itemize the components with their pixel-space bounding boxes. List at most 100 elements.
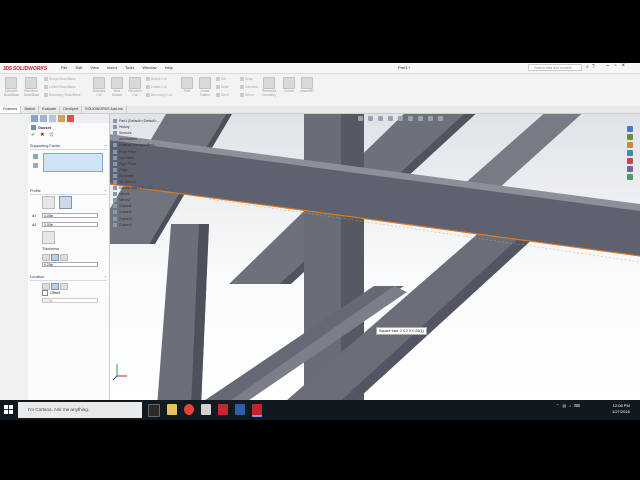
menu-window[interactable]: Window (141, 65, 157, 70)
supporting-faces-list[interactable] (43, 153, 103, 172)
location-section[interactable]: Location ⌃ (30, 275, 107, 281)
dimxpert-manager-icon[interactable] (58, 115, 65, 122)
property-manager-icon[interactable] (40, 115, 47, 122)
cortana-search[interactable]: I'm Cortana. Ask me anything. (18, 402, 142, 418)
fillet-button[interactable]: Fillet (180, 77, 194, 94)
mirror-button[interactable]: Mirror (240, 93, 254, 97)
minimize-icon[interactable]: – (606, 63, 609, 69)
resources-icon[interactable] (627, 126, 633, 132)
solidworks-logo[interactable]: 3DS SOLIDWORKS (3, 65, 47, 72)
chamfer-profile-button[interactable] (42, 231, 55, 244)
reverse-direction-icon[interactable] (33, 163, 38, 168)
collapse-icon[interactable]: ⌃ (104, 144, 107, 149)
lofted-boss-button[interactable]: Lofted Boss/Base (44, 85, 76, 89)
menu-file[interactable]: File (60, 65, 68, 70)
appearance-icon[interactable] (428, 116, 433, 121)
boundary-cut-button[interactable]: Boundary Cut (146, 93, 172, 97)
boundary-boss-button[interactable]: Boundary Boss/Base (44, 93, 81, 97)
extruded-cut-button[interactable]: Extruded Cut (92, 77, 106, 97)
file-explorer-icon[interactable] (627, 142, 633, 148)
tree-item[interactable]: Gusset4 (113, 222, 177, 228)
collapse-icon[interactable]: ⌃ (104, 275, 107, 280)
reference-geometry-button[interactable]: Reference Geometry (262, 77, 277, 97)
d2-field[interactable]: 3.00in (42, 222, 98, 227)
triangular-profile-button[interactable] (42, 196, 55, 209)
menu-tools[interactable]: Tools (124, 65, 135, 70)
feature-manager-icon[interactable] (31, 115, 38, 122)
scene-icon[interactable] (438, 116, 443, 121)
store-icon[interactable] (201, 404, 211, 415)
lofted-cut-button[interactable]: Lofted Cut (146, 85, 167, 89)
revolve-boss-button[interactable]: Revolved Boss/Base (24, 77, 39, 97)
model-view[interactable] (109, 114, 640, 407)
section-view-icon[interactable] (388, 116, 393, 121)
design-library-icon[interactable] (627, 134, 633, 140)
location-start-button[interactable] (42, 283, 50, 290)
tab-evaluate[interactable]: Evaluate (39, 106, 61, 113)
draft-button[interactable]: Draft (216, 85, 228, 89)
location-mid-button[interactable] (51, 283, 59, 290)
menu-help[interactable]: Help (164, 65, 174, 70)
offset-checkbox[interactable] (42, 290, 48, 296)
solidworks-taskbar-icon[interactable] (252, 404, 262, 417)
linear-pattern-button[interactable]: Linear Pattern (198, 77, 212, 97)
cancel-button[interactable]: ✖ (40, 132, 44, 138)
tab-addins[interactable]: SOLIDWORKS Add-Ins (82, 106, 127, 113)
zoom-area-icon[interactable] (368, 116, 373, 121)
custom-properties-icon[interactable] (627, 166, 633, 172)
menu-edit[interactable]: Edit (74, 65, 83, 70)
zoom-to-fit-icon[interactable] (358, 116, 363, 121)
extrude-boss-button[interactable]: Extruded Boss/Base (4, 77, 19, 97)
view-orientation-icon[interactable] (398, 116, 403, 121)
forum-icon[interactable] (627, 174, 633, 180)
offset-field[interactable]: 0.25in (42, 298, 98, 303)
chrome-icon[interactable] (184, 404, 194, 415)
pin-icon[interactable]: ⊡ (49, 132, 53, 138)
wrap-button[interactable]: Wrap (240, 77, 253, 81)
acrobat-icon[interactable] (218, 404, 228, 415)
menu-view[interactable]: View (89, 65, 100, 70)
previous-view-icon[interactable] (378, 116, 383, 121)
task-view-icon[interactable] (148, 404, 160, 417)
ok-button[interactable]: ✔ (31, 132, 35, 138)
volume-icon[interactable]: ♪ (569, 403, 571, 408)
tab-dimxpert[interactable]: DimXpert (60, 106, 83, 113)
tab-features[interactable]: Features (0, 106, 22, 113)
windows-start-icon[interactable] (4, 405, 13, 414)
location-end-button[interactable] (60, 283, 68, 290)
file-explorer-icon[interactable] (167, 404, 177, 415)
word-icon[interactable] (235, 404, 245, 415)
swept-cut-button[interactable]: Swept Cut (146, 77, 167, 81)
curves-button[interactable]: Curves (282, 77, 296, 94)
search-icon[interactable]: ⌕ (586, 64, 589, 70)
menu-insert[interactable]: Insert (106, 65, 118, 70)
profile-section[interactable]: Profile ⌃ (30, 189, 107, 195)
hide-show-icon[interactable] (418, 116, 423, 121)
hole-wizard-button[interactable]: Hole Wizard (110, 77, 124, 97)
supporting-faces-section[interactable]: Supporting Faces ⌃ (30, 144, 107, 150)
keyboard-icon[interactable]: ⌨ (574, 403, 580, 408)
network-icon[interactable]: ▤ (562, 403, 566, 408)
side-both-button[interactable] (51, 254, 59, 261)
configuration-manager-icon[interactable] (49, 115, 56, 122)
side-right-button[interactable] (60, 254, 68, 261)
display-manager-icon[interactable] (67, 115, 74, 122)
swept-boss-button[interactable]: Swept Boss/Base (44, 77, 76, 81)
revolved-cut-button[interactable]: Revolved Cut (128, 77, 142, 97)
shell-button[interactable]: Shell (216, 93, 229, 97)
appearances-icon[interactable] (627, 158, 633, 164)
view-palette-icon[interactable] (627, 150, 633, 156)
intersect-button[interactable]: Intersect (240, 85, 258, 89)
display-style-icon[interactable] (408, 116, 413, 121)
show-hidden-icon[interactable]: ⌃ (556, 403, 559, 408)
help-icon[interactable]: ? (592, 64, 595, 70)
restore-icon[interactable]: ▫ (614, 63, 616, 69)
side-left-button[interactable] (42, 254, 50, 261)
close-icon[interactable]: × (621, 63, 625, 69)
rib-button[interactable]: Rib (216, 77, 226, 81)
thickness-field[interactable]: 0.25in (42, 262, 98, 267)
collapse-icon[interactable]: ⌃ (104, 189, 107, 194)
search-input[interactable]: Search files and models (528, 64, 582, 71)
d1-field[interactable]: 3.00in (42, 213, 98, 218)
polygonal-profile-button[interactable] (59, 196, 72, 209)
